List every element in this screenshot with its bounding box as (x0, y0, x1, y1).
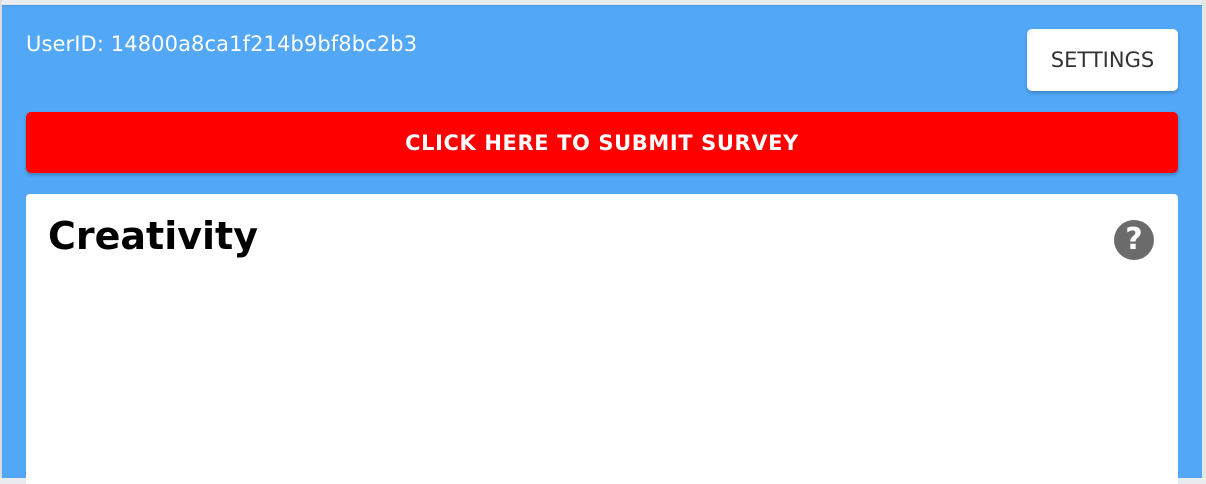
question-circle-icon[interactable]: ? (1114, 220, 1154, 260)
settings-button[interactable]: SETTINGS (1027, 29, 1178, 91)
question-card: Creativity ? (26, 194, 1178, 484)
user-id-label: UserID: 14800a8ca1f214b9bf8bc2b3 (26, 32, 418, 56)
background-edge-right (1202, 0, 1206, 478)
question-title: Creativity (48, 214, 258, 258)
help-glyph: ? (1125, 222, 1143, 257)
submit-survey-button[interactable]: CLICK HERE TO SUBMIT SURVEY (26, 112, 1178, 173)
survey-panel: UserID: 14800a8ca1f214b9bf8bc2b3 SETTING… (2, 5, 1202, 484)
